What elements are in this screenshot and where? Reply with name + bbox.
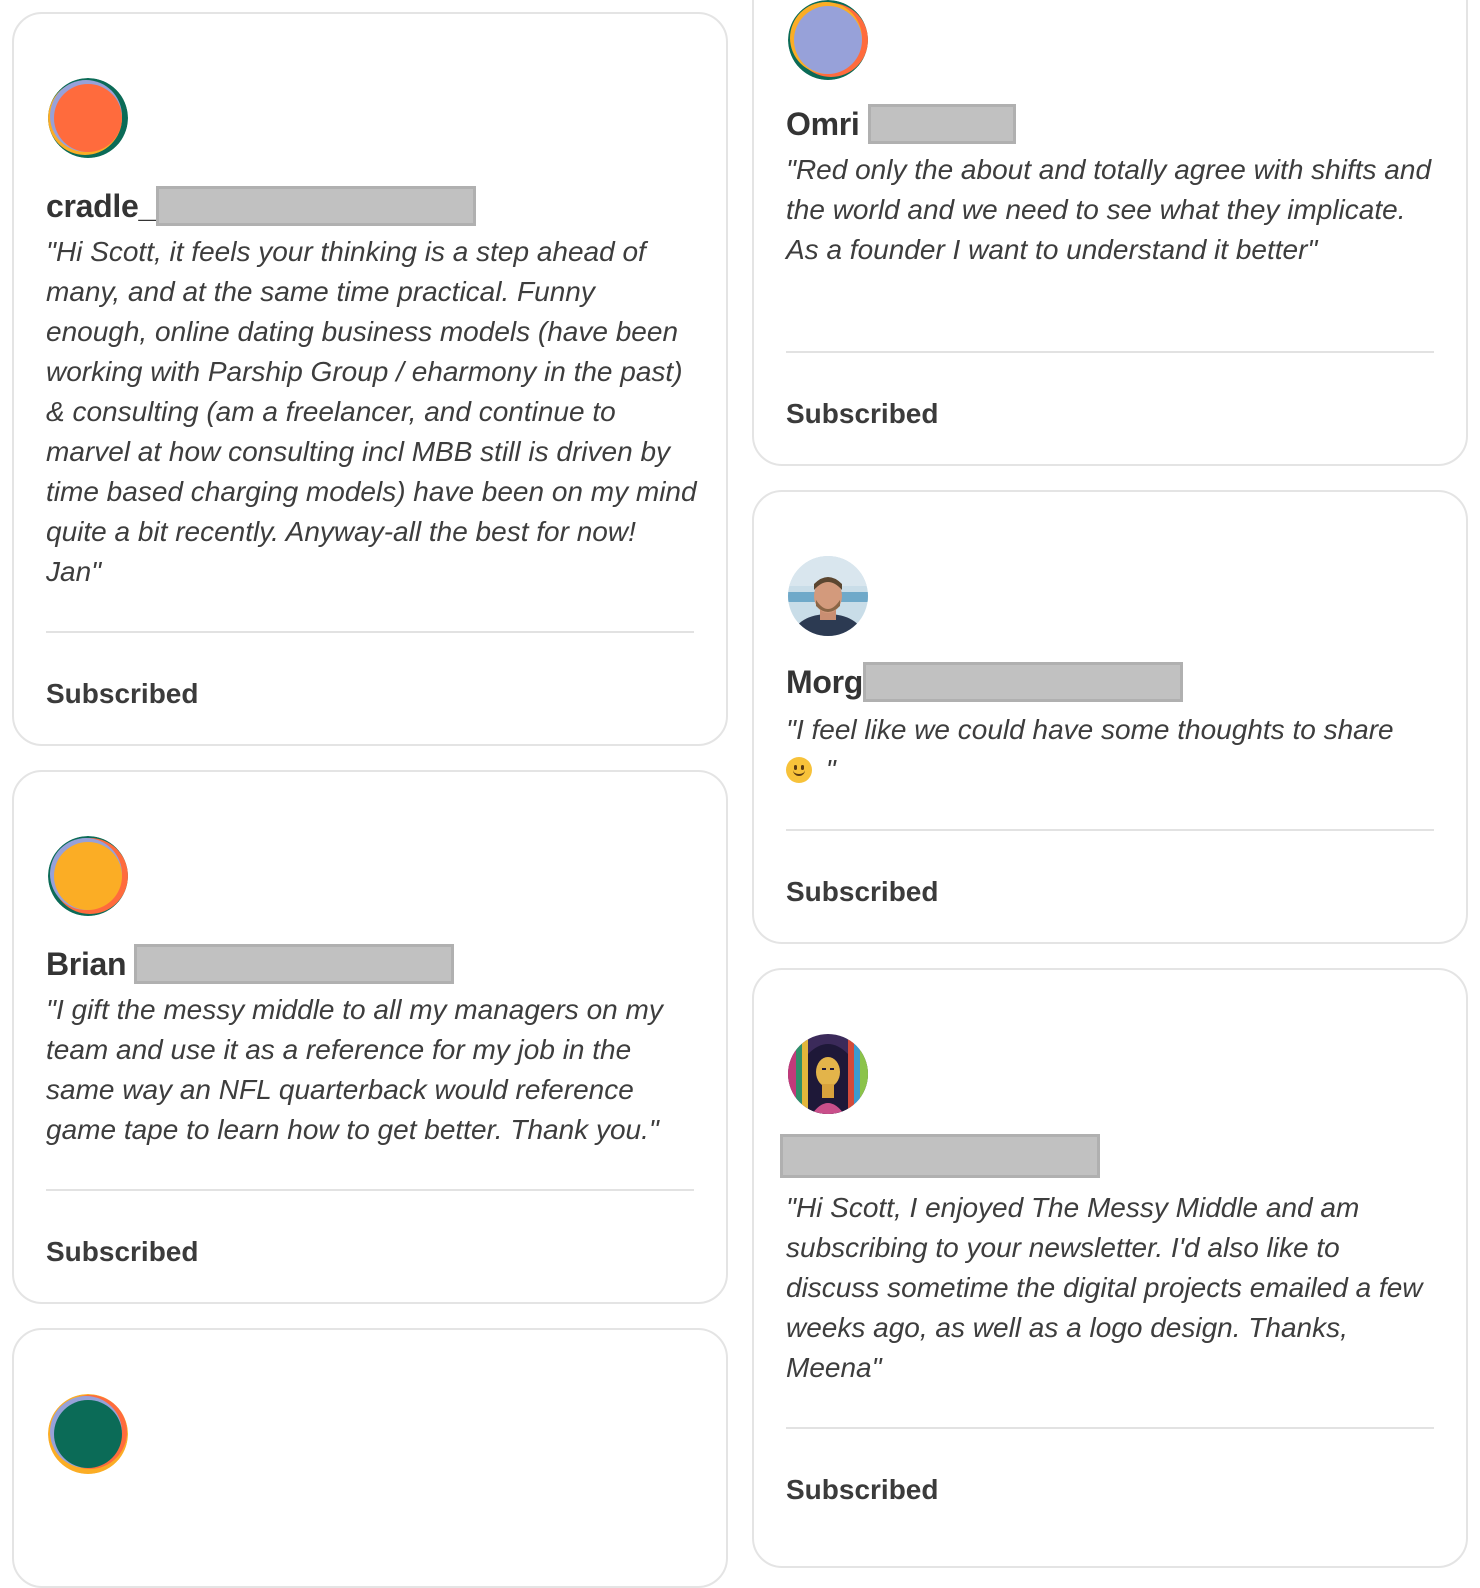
subscriber-name: Omri	[786, 105, 860, 142]
subscriber-name: Morg	[786, 663, 864, 700]
redacted-name-box	[863, 662, 1184, 702]
redacted-name-box	[780, 1134, 1100, 1178]
divider	[786, 829, 1434, 831]
subscriber-quote: "Hi Scott, I enjoyed The Messy Middle an…	[786, 1192, 1423, 1383]
avatar	[48, 836, 128, 916]
name-row: cradle_	[46, 184, 476, 228]
subscription-status: Subscribed	[786, 876, 939, 907]
divider	[786, 351, 1434, 353]
quote-end: "	[818, 754, 836, 785]
photo-avatar-icon	[788, 556, 868, 636]
subscriber-card-meena: "Hi Scott, I enjoyed The Messy Middle an…	[752, 968, 1468, 1568]
name-row: Morg	[786, 660, 1184, 704]
redacted-name-box	[867, 104, 1016, 144]
avatar-circles-icon	[48, 836, 128, 916]
avatar	[48, 78, 128, 158]
name-row: Brian	[46, 942, 455, 986]
avatar	[788, 0, 868, 80]
subscriber-card-partial	[12, 1328, 728, 1588]
avatar	[788, 1034, 868, 1114]
divider	[46, 631, 694, 633]
redacted-name-box	[155, 186, 476, 226]
subscriber-card-omri: Omri "Red only the about and totally agr…	[752, 0, 1468, 466]
avatar-circles-icon	[48, 78, 128, 158]
quote-text: "I feel like we could have some thoughts…	[786, 714, 1394, 745]
subscriber-quote: "Hi Scott, it feels your thinking is a s…	[46, 236, 697, 587]
redacted-name-box	[134, 944, 455, 984]
artistic-portrait-avatar-icon	[788, 1034, 868, 1114]
subscriber-card-morg: Morg "I feel like we could have some tho…	[752, 490, 1468, 944]
subscription-status: Subscribed	[46, 1236, 199, 1267]
subscriber-name: cradle_	[46, 187, 156, 224]
slightly-smiling-face-icon	[786, 757, 812, 783]
subscriber-quote: "I feel like we could have some thoughts…	[786, 710, 1442, 790]
divider	[786, 1427, 1434, 1429]
divider	[46, 1189, 694, 1191]
subscriber-card-brian: Brian "I gift the messy middle to all my…	[12, 770, 728, 1304]
avatar	[48, 1394, 128, 1474]
subscriber-name: Brian	[46, 945, 127, 982]
subscriber-quote: "I gift the messy middle to all my manag…	[46, 994, 663, 1145]
subscription-status: Subscribed	[786, 398, 939, 429]
subscription-status: Subscribed	[786, 1474, 939, 1505]
avatar	[788, 556, 868, 636]
avatar-circles-icon	[788, 0, 868, 80]
name-row	[780, 1134, 1100, 1178]
name-row: Omri	[786, 102, 1016, 146]
subscriber-quote: "Red only the about and totally agree wi…	[786, 154, 1432, 265]
avatar-circles-icon	[48, 1394, 128, 1474]
subscription-status: Subscribed	[46, 678, 199, 709]
subscriber-card-cradle: cradle_ "Hi Scott, it feels your thinkin…	[12, 12, 728, 746]
